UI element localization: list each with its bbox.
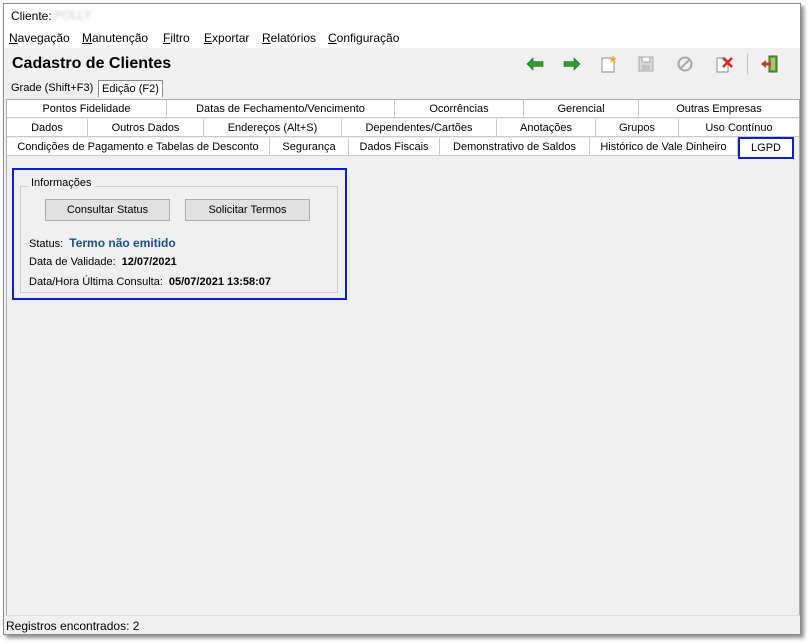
tab-enderecos[interactable]: Endereços (Alt+S): [204, 119, 342, 137]
last-query-field: Data/Hora Última Consulta: 05/07/2021 13:…: [29, 276, 271, 288]
tab-grade[interactable]: Grade (Shift+F3): [8, 80, 96, 96]
arrow-left-icon: [526, 57, 544, 71]
client-name: POLLY: [54, 8, 92, 22]
tab-dados[interactable]: Dados: [7, 119, 88, 137]
exit-button[interactable]: [759, 53, 781, 75]
tab-row-2: Dados Outros Dados Endereços (Alt+S) Dep…: [7, 119, 799, 138]
tab-dependentes[interactable]: Dependentes/Cartões: [342, 119, 497, 137]
menu-relatorios[interactable]: Relatórios: [262, 31, 316, 45]
menu-rest: anutenção: [92, 31, 149, 45]
menu-rest: onfiguração: [336, 31, 400, 45]
menu-configuracao[interactable]: Configuração: [328, 31, 399, 45]
status-bar: Registros encontrados: 2: [4, 615, 800, 634]
save-button[interactable]: [635, 53, 657, 75]
validity-value: 12/07/2021: [121, 256, 177, 268]
consultar-status-button[interactable]: Consultar Status: [45, 199, 170, 221]
last-query-value: 05/07/2021 13:58:07: [168, 276, 272, 288]
menu-rest: xportar: [212, 31, 250, 45]
title-bar: Cliente: POLLY: [4, 4, 800, 26]
menu-manutencao[interactable]: Manutenção: [82, 31, 148, 45]
delete-icon: [716, 57, 733, 73]
tab-outras-empresas[interactable]: Outras Empresas: [639, 100, 799, 118]
menu-accel: R: [262, 31, 271, 45]
menu-accel: M: [82, 31, 92, 45]
tab-grupos[interactable]: Grupos: [596, 119, 679, 137]
menu-accel: N: [9, 31, 18, 45]
menu-navegacao[interactable]: Navegação: [9, 31, 70, 45]
new-record-icon: [601, 55, 617, 73]
forward-button[interactable]: [561, 53, 583, 75]
menu-rest: elatórios: [270, 31, 317, 45]
back-button[interactable]: [524, 53, 546, 75]
informacoes-group: Consultar Status Solicitar Termos Status…: [20, 186, 338, 293]
tab-gerencial[interactable]: Gerencial: [524, 100, 639, 118]
lgpd-highlight-frame: Consultar Status Solicitar Termos Status…: [12, 168, 347, 300]
arrow-right-icon: [563, 57, 581, 71]
cancel-button[interactable]: [674, 53, 696, 75]
records-count: Registros encontrados: 2: [6, 619, 140, 633]
status-label: Status:: [29, 238, 64, 250]
lgpd-tab-content: Consultar Status Solicitar Termos Status…: [7, 160, 799, 633]
tab-outros-dados[interactable]: Outros Dados: [88, 119, 204, 137]
header-bar: Cadastro de Clientes: [4, 48, 800, 80]
tab-dados-fiscais[interactable]: Dados Fiscais: [349, 138, 440, 156]
status-value: Termo não emitido: [69, 236, 176, 250]
menu-accel: E: [204, 31, 213, 45]
delete-button[interactable]: [713, 53, 735, 75]
tab-ocorrencias[interactable]: Ocorrências: [395, 100, 524, 118]
page-title: Cadastro de Clientes: [12, 55, 172, 72]
menu-rest: iltro: [170, 31, 190, 45]
toolbar-separator: [747, 54, 748, 74]
new-button[interactable]: [598, 53, 620, 75]
tab-seguranca[interactable]: Segurança: [270, 138, 349, 156]
menu-accel: C: [328, 31, 337, 45]
cancel-icon: [677, 56, 693, 72]
menu-rest: avegação: [17, 31, 70, 45]
tab-edicao[interactable]: Edição (F2): [98, 80, 163, 97]
tab-uso-continuo[interactable]: Uso Contínuo: [679, 119, 799, 137]
informacoes-group-title: Informações: [28, 177, 95, 189]
save-icon: [638, 56, 654, 72]
client-label: Cliente:: [11, 9, 52, 23]
exit-icon: [761, 55, 778, 73]
menu-exportar[interactable]: Exportar: [204, 31, 249, 45]
validity-field: Data de Validade: 12/07/2021: [29, 256, 177, 268]
tab-historico-vale[interactable]: Histórico de Vale Dinheiro: [590, 138, 738, 156]
tab-datas-fechamento[interactable]: Datas de Fechamento/Vencimento: [167, 100, 395, 118]
tab-demonstrativo-saldos[interactable]: Demonstrativo de Saldos: [440, 138, 590, 156]
tab-anotacoes[interactable]: Anotações: [497, 119, 596, 137]
last-query-label: Data/Hora Última Consulta:: [29, 276, 163, 288]
menu-filtro[interactable]: Filtro: [163, 31, 190, 45]
validity-label: Data de Validade:: [29, 256, 116, 268]
tab-pontos-fidelidade[interactable]: Pontos Fidelidade: [7, 100, 167, 118]
tab-condicoes-pagamento[interactable]: Condições de Pagamento e Tabelas de Desc…: [7, 138, 270, 156]
tab-row-3: Condições de Pagamento e Tabelas de Desc…: [7, 137, 799, 159]
tab-lgpd[interactable]: LGPD: [738, 137, 794, 159]
solicitar-termos-button[interactable]: Solicitar Termos: [185, 199, 310, 221]
menu-bar: Navegação Manutenção Filtro Exportar Rel…: [4, 26, 800, 48]
status-field: Status: Termo não emitido: [29, 236, 176, 250]
app-window: Cliente: POLLY Navegação Manutenção Filt…: [3, 3, 801, 635]
tab-row-1: Pontos Fidelidade Datas de Fechamento/Ve…: [7, 100, 799, 119]
edit-tabs-panel: Pontos Fidelidade Datas de Fechamento/Ve…: [6, 99, 800, 634]
